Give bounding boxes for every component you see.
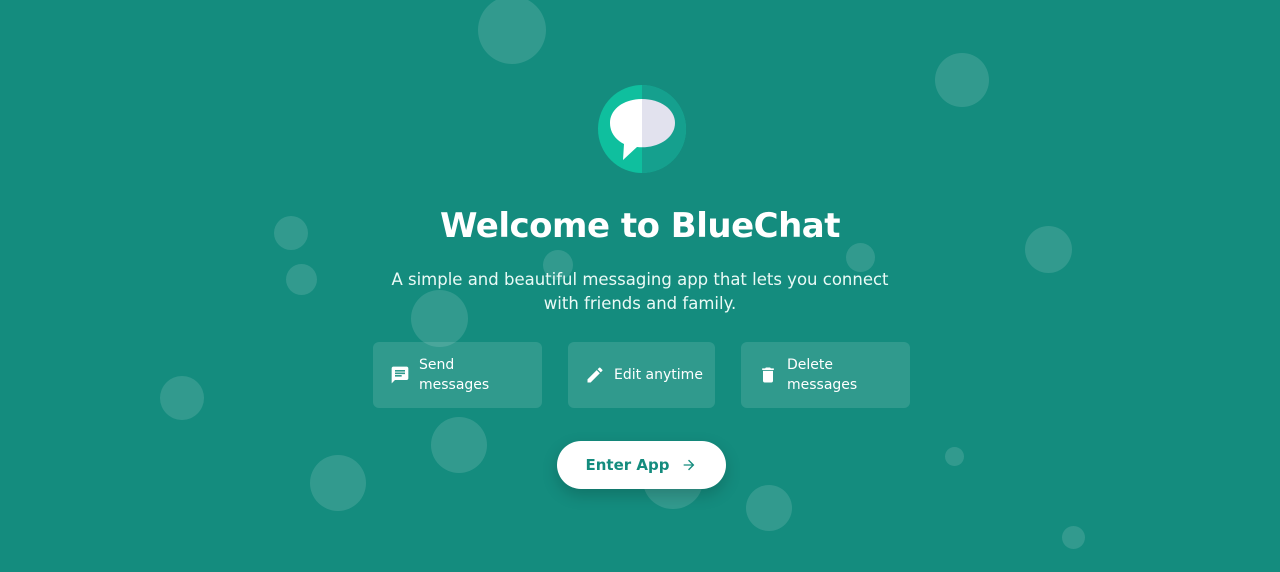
welcome-screen: Welcome to BlueChat A simple and beautif… [0, 0, 1280, 572]
enter-app-label: Enter App [585, 456, 670, 474]
trash-icon [757, 364, 779, 386]
feature-card-send: Send messages [373, 342, 542, 408]
feature-label: Send messages [419, 357, 490, 393]
page-subtitle: A simple and beautiful messaging app tha… [391, 270, 889, 313]
feature-label: Edit anytime [614, 367, 703, 383]
feature-card-delete: Delete messages [741, 342, 910, 408]
arrow-right-icon [681, 457, 697, 473]
page-title: Welcome to BlueChat [440, 206, 840, 246]
feature-label: Delete messages [787, 357, 858, 393]
feature-card-edit: Edit anytime [568, 342, 715, 408]
message-icon [389, 364, 411, 386]
enter-app-button[interactable]: Enter App [557, 441, 726, 489]
chat-logo-icon [598, 85, 686, 173]
pencil-icon [584, 364, 606, 386]
